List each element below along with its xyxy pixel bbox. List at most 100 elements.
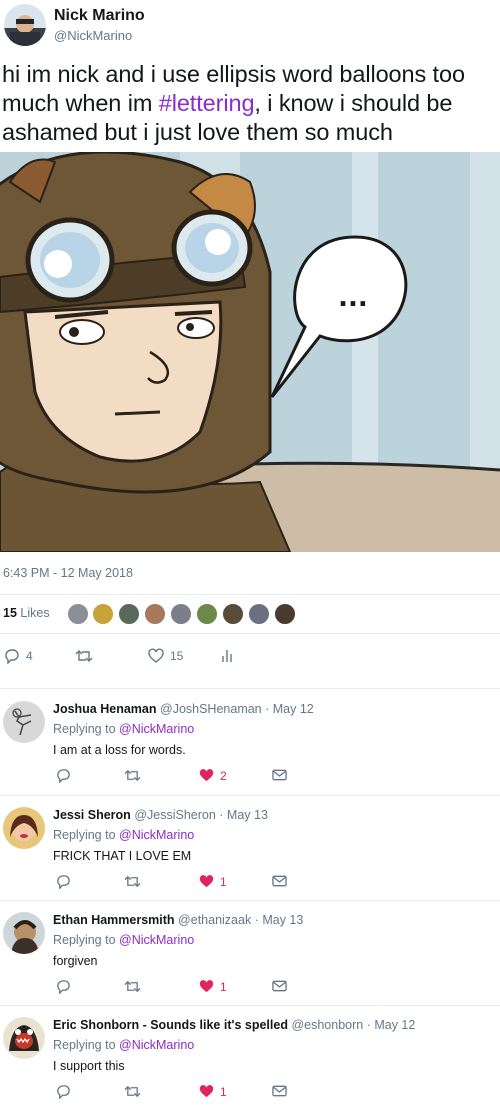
retweet-button[interactable] (124, 768, 141, 783)
balloon-text: ... (338, 283, 368, 313)
replying-label: Replying to (53, 828, 116, 842)
reply-avatar[interactable] (3, 912, 45, 954)
mention-link[interactable]: @NickMarino (119, 828, 194, 842)
dm-button[interactable] (272, 874, 287, 888)
reply-button[interactable] (56, 1084, 71, 1099)
reply-author-name[interactable]: Ethan Hammersmith (53, 913, 175, 927)
reply-avatar[interactable] (3, 807, 45, 849)
tweet-actions: 4 15 (0, 642, 500, 672)
reply-author-handle[interactable]: @JoshSHenaman (160, 702, 262, 716)
author-name[interactable]: Nick Marino (54, 7, 145, 25)
reply-count: 4 (26, 649, 33, 663)
mention-link[interactable]: @NickMarino (119, 722, 194, 736)
likes-row: 15 Likes (0, 596, 500, 632)
retweet-icon (75, 650, 93, 662)
reply-actions: 2 (0, 768, 500, 788)
reply-author-name[interactable]: Eric Shonborn - Sounds like it's spelled (53, 1018, 288, 1032)
mention-link[interactable]: @NickMarino (119, 1038, 194, 1052)
replying-to: Replying to @NickMarino (53, 722, 194, 736)
like-button[interactable]: 15 (148, 648, 183, 664)
reply-actions: 1 (0, 1084, 500, 1104)
like-button[interactable]: 1 (199, 874, 227, 889)
liker-avatar[interactable] (248, 603, 270, 625)
heart-icon (199, 1085, 214, 1098)
like-button[interactable]: 2 (199, 768, 227, 783)
retweet-button[interactable] (124, 874, 141, 889)
liker-avatar[interactable] (274, 603, 296, 625)
liker-avatar[interactable] (170, 603, 192, 625)
reply-text: FRICK THAT I LOVE EM (53, 849, 192, 863)
envelope-icon (272, 1085, 287, 1097)
liker-avatar[interactable] (222, 603, 244, 625)
heart-icon (199, 875, 214, 888)
replying-to: Replying to @NickMarino (53, 828, 194, 842)
reply-button[interactable] (56, 768, 71, 783)
reply-avatar[interactable] (3, 701, 45, 743)
reply-item[interactable]: Ethan Hammersmith @ethanizaak · May 13 R… (0, 901, 500, 1006)
reply-author-name[interactable]: Joshua Henaman (53, 702, 157, 716)
retweet-icon (124, 1085, 141, 1098)
reply-author-handle[interactable]: @JessiSheron (134, 808, 215, 822)
replying-label: Replying to (53, 933, 116, 947)
liker-avatar[interactable] (92, 603, 114, 625)
retweet-button[interactable] (124, 979, 141, 994)
reply-author-name[interactable]: Jessi Sheron (53, 808, 131, 822)
divider (0, 633, 500, 634)
reply-header: Joshua Henaman @JoshSHenaman · May 12 (53, 702, 314, 716)
likes-number: 15 (3, 606, 17, 620)
retweet-icon (124, 980, 141, 993)
heart-icon (148, 648, 164, 663)
analytics-button[interactable] (220, 648, 234, 664)
reply-item[interactable]: Eric Shonborn - Sounds like it's spelled… (0, 1006, 500, 1111)
mention-link[interactable]: @NickMarino (119, 933, 194, 947)
liker-avatar[interactable] (118, 603, 140, 625)
like-button[interactable]: 1 (199, 1084, 227, 1099)
reply-button[interactable]: 4 (4, 648, 33, 664)
liker-avatar[interactable] (144, 603, 166, 625)
likes-label: Likes (20, 606, 50, 620)
envelope-icon (272, 769, 287, 781)
liker-avatar[interactable] (196, 603, 218, 625)
reply-header: Eric Shonborn - Sounds like it's spelled… (53, 1018, 415, 1032)
tweet-media-image[interactable]: ... (0, 152, 500, 552)
hashtag-link[interactable]: #lettering (159, 90, 255, 116)
reply-avatar[interactable] (3, 1017, 45, 1059)
replying-label: Replying to (53, 722, 116, 736)
author-handle[interactable]: @NickMarino (54, 28, 132, 43)
reply-author-handle[interactable]: @eshonborn (291, 1018, 363, 1032)
dm-button[interactable] (272, 1084, 287, 1098)
reply-date[interactable]: · May 12 (265, 702, 314, 716)
reply-text: I am at a loss for words. (53, 743, 186, 757)
reply-item[interactable]: Joshua Henaman @JoshSHenaman · May 12 Re… (0, 690, 500, 795)
tweet-text: hi im nick and i use ellipsis word ballo… (2, 60, 498, 147)
reply-author-handle[interactable]: @ethanizaak (178, 913, 251, 927)
reply-date[interactable]: · May 13 (255, 913, 304, 927)
reply-button[interactable] (56, 979, 71, 994)
reply-button[interactable] (56, 874, 71, 889)
reply-date[interactable]: · May 12 (367, 1018, 416, 1032)
reply-text: I support this (53, 1059, 125, 1073)
reply-header: Jessi Sheron @JessiSheron · May 13 (53, 808, 268, 822)
envelope-icon (272, 980, 287, 992)
reply-date[interactable]: · May 13 (219, 808, 268, 822)
dm-button[interactable] (272, 768, 287, 782)
retweet-button[interactable] (124, 1084, 141, 1099)
like-count: 15 (170, 649, 184, 663)
author-avatar[interactable] (4, 4, 46, 46)
divider (0, 594, 500, 595)
heart-icon (199, 769, 214, 782)
reply-icon (57, 1085, 70, 1099)
replying-label: Replying to (53, 1038, 116, 1052)
reply-item[interactable]: Jessi Sheron @JessiSheron · May 13 Reply… (0, 796, 500, 901)
retweet-button[interactable] (75, 648, 99, 664)
reply-like-count: 1 (220, 874, 227, 889)
reply-icon (57, 875, 70, 889)
replying-to: Replying to @NickMarino (53, 1038, 194, 1052)
reply-text: forgiven (53, 954, 98, 968)
like-button[interactable]: 1 (199, 979, 227, 994)
dm-button[interactable] (272, 979, 287, 993)
liker-avatar[interactable] (67, 603, 89, 625)
tweet-timestamp[interactable]: 6:43 PM - 12 May 2018 (3, 566, 133, 580)
likes-count[interactable]: 15 Likes (3, 606, 50, 620)
reply-actions: 1 (0, 874, 500, 894)
